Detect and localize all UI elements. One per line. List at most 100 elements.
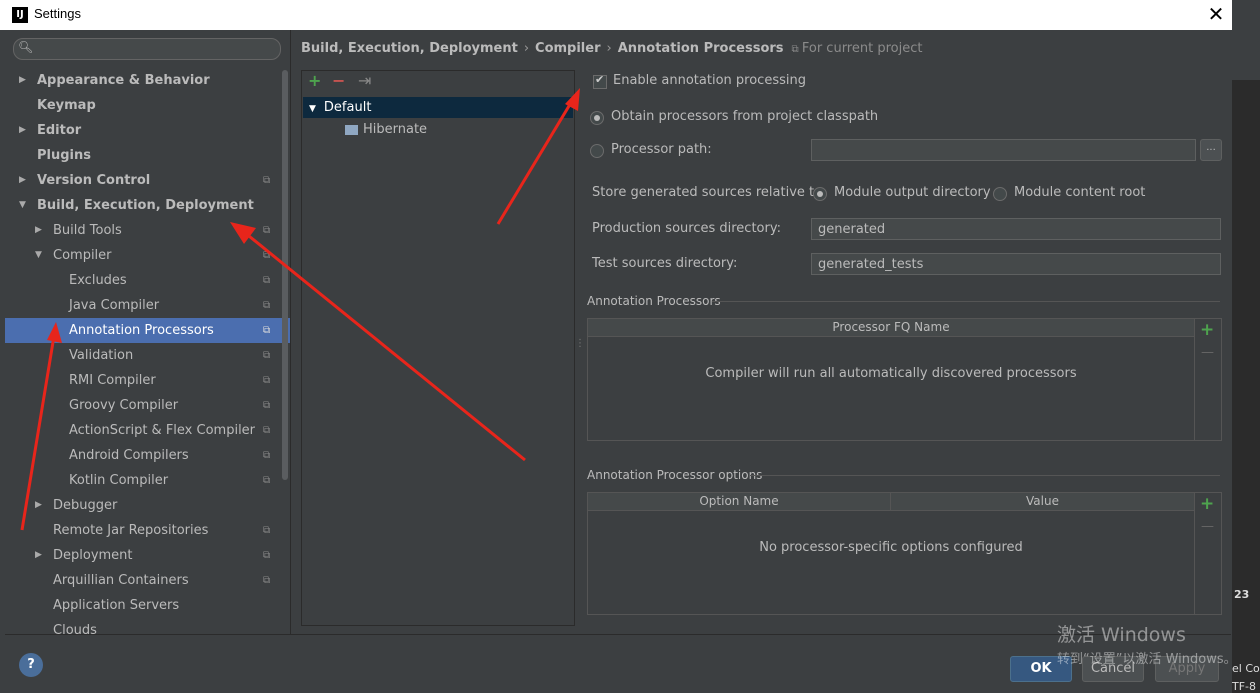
options-toolbar: + — (1194, 493, 1221, 614)
module-output-radio[interactable] (813, 187, 827, 201)
tree-item-label: ActionScript & Flex Compiler (69, 423, 256, 438)
tree-item[interactable]: Android Compilers ⧉ (5, 443, 290, 468)
window-title: Settings (34, 6, 81, 21)
tree-item-label: Arquillian Containers (53, 573, 189, 588)
tree-item-label: Debugger (53, 498, 118, 513)
module-folder-icon (345, 124, 358, 135)
tree-item[interactable]: Annotation Processors ⧉ (5, 318, 290, 343)
tree-item[interactable]: Java Compiler ⧉ (5, 293, 290, 318)
settings-search-input[interactable]: 🔍︎ (13, 38, 281, 60)
processor-path-input[interactable] (811, 139, 1196, 161)
tree-item[interactable]: RMI Compiler ⧉ (5, 368, 290, 393)
tree-item[interactable]: ▶ Editor (5, 118, 290, 143)
add-option-button[interactable]: + (1200, 494, 1214, 514)
remove-option-button[interactable]: — (1201, 519, 1214, 534)
production-dir-label: Production sources directory: (592, 221, 781, 236)
background-text: 23 (1234, 588, 1250, 601)
tree-item-label: Appearance & Behavior (37, 73, 210, 88)
expand-right-icon[interactable]: ▶ (35, 543, 42, 568)
profile-module-label: Hibernate (363, 122, 428, 137)
processor-fq-name-header[interactable]: Processor FQ Name (588, 319, 1194, 337)
processors-toolbar: + — (1194, 319, 1221, 440)
processor-options-table[interactable]: Option Name Value No processor-specific … (587, 492, 1222, 615)
expand-right-icon[interactable]: ▶ (19, 118, 26, 143)
tree-item[interactable]: Excludes ⧉ (5, 268, 290, 293)
profile-default-row[interactable]: ▼ Default (303, 97, 573, 118)
expand-right-icon[interactable]: ▶ (35, 493, 42, 518)
remove-processor-button[interactable]: — (1201, 345, 1214, 360)
tree-item[interactable]: Keymap (5, 93, 290, 118)
tree-item-label: Excludes (69, 273, 127, 288)
obtain-classpath-label[interactable]: Obtain processors from project classpath (611, 109, 878, 124)
move-to-profile-icon[interactable]: ⇥ (358, 71, 371, 90)
tree-item[interactable]: Application Servers (5, 593, 290, 618)
tree-item[interactable]: ▶ Appearance & Behavior (5, 68, 290, 93)
bottom-divider (5, 634, 1231, 635)
tree-item[interactable]: Clouds (5, 618, 290, 643)
tree-item-label: Annotation Processors (69, 323, 214, 338)
project-scope-label: ⧉ For current project (792, 41, 923, 56)
tree-scrollbar[interactable] (282, 70, 288, 480)
tree-item-label: Groovy Compiler (69, 398, 179, 413)
expand-down-icon[interactable]: ▼ (19, 193, 26, 218)
tree-item[interactable]: ▶ Deployment ⧉ (5, 543, 290, 568)
tree-item[interactable]: Remote Jar Repositories ⧉ (5, 518, 290, 543)
browse-path-button[interactable]: ... (1200, 139, 1222, 161)
splitter-handle[interactable]: ⋮ (575, 338, 585, 349)
search-icon: 🔍︎ (18, 40, 34, 54)
options-empty-text: No processor-specific options configured (759, 540, 1023, 555)
expand-right-icon[interactable]: ▶ (19, 168, 26, 193)
breadcrumb-item: Annotation Processors (617, 41, 784, 56)
project-level-icon: ⧉ (263, 475, 271, 486)
expand-down-icon[interactable]: ▼ (35, 243, 42, 268)
remove-profile-button[interactable]: − (332, 71, 345, 90)
tree-item[interactable]: ▼ Compiler ⧉ (5, 243, 290, 268)
processors-section-title: Annotation Processors (587, 294, 721, 308)
module-content-root-radio[interactable] (993, 187, 1007, 201)
value-header[interactable]: Value (891, 493, 1194, 511)
tree-item-label: Validation (69, 348, 134, 363)
window-title-bar: IJ Settings ✕ (0, 0, 1232, 30)
tree-item[interactable]: ▶ Debugger (5, 493, 290, 518)
processor-path-label[interactable]: Processor path: (611, 142, 712, 157)
enable-annotation-label[interactable]: Enable annotation processing (613, 73, 806, 88)
module-output-label[interactable]: Module output directory (834, 185, 991, 200)
profile-module-row[interactable]: Hibernate (345, 119, 427, 140)
tree-item-label: Editor (37, 123, 82, 138)
tree-item[interactable]: ▶ Version Control ⧉ (5, 168, 290, 193)
production-dir-input[interactable]: generated (811, 218, 1221, 240)
background-text: TF-8 (1232, 680, 1257, 693)
tree-item[interactable]: Arquillian Containers ⧉ (5, 568, 290, 593)
tree-item[interactable]: Validation ⧉ (5, 343, 290, 368)
module-content-root-label[interactable]: Module content root (1014, 185, 1145, 200)
tree-item[interactable]: Groovy Compiler ⧉ (5, 393, 290, 418)
processors-empty-text: Compiler will run all automatically disc… (705, 366, 1077, 381)
project-level-icon: ⧉ (263, 575, 271, 586)
tree-item-label: Android Compilers (69, 448, 189, 463)
project-level-icon: ⧉ (263, 325, 271, 336)
breadcrumb-separator: › (523, 41, 530, 56)
tree-item-label: Plugins (37, 148, 91, 163)
processors-table[interactable]: Processor FQ Name Compiler will run all … (587, 318, 1222, 441)
tree-item[interactable]: Plugins (5, 143, 290, 168)
add-processor-button[interactable]: + (1200, 320, 1214, 340)
processor-profiles-panel: + − ⇥ ▼ Default Hibernate (301, 70, 575, 626)
close-icon[interactable]: ✕ (1204, 2, 1228, 26)
option-name-header[interactable]: Option Name (588, 493, 891, 511)
processor-path-radio[interactable] (590, 144, 604, 158)
obtain-classpath-radio[interactable] (590, 111, 604, 125)
expand-down-icon[interactable]: ▼ (309, 104, 316, 114)
help-button[interactable]: ? (19, 653, 43, 677)
tree-item-label: RMI Compiler (69, 373, 156, 388)
add-profile-button[interactable]: + (308, 71, 321, 90)
enable-annotation-checkbox[interactable]: ✔ (593, 73, 607, 89)
expand-right-icon[interactable]: ▶ (19, 68, 26, 93)
tree-item[interactable]: Kotlin Compiler ⧉ (5, 468, 290, 493)
tree-item[interactable]: ActionScript & Flex Compiler ⧉ (5, 418, 290, 443)
test-dir-input[interactable]: generated_tests (811, 253, 1221, 275)
tree-item[interactable]: ▶ Build Tools ⧉ (5, 218, 290, 243)
profile-default-label: Default (323, 100, 372, 115)
tree-item[interactable]: ▼ Build, Execution, Deployment (5, 193, 290, 218)
expand-right-icon[interactable]: ▶ (35, 218, 42, 243)
project-level-icon: ⧉ (263, 375, 271, 386)
